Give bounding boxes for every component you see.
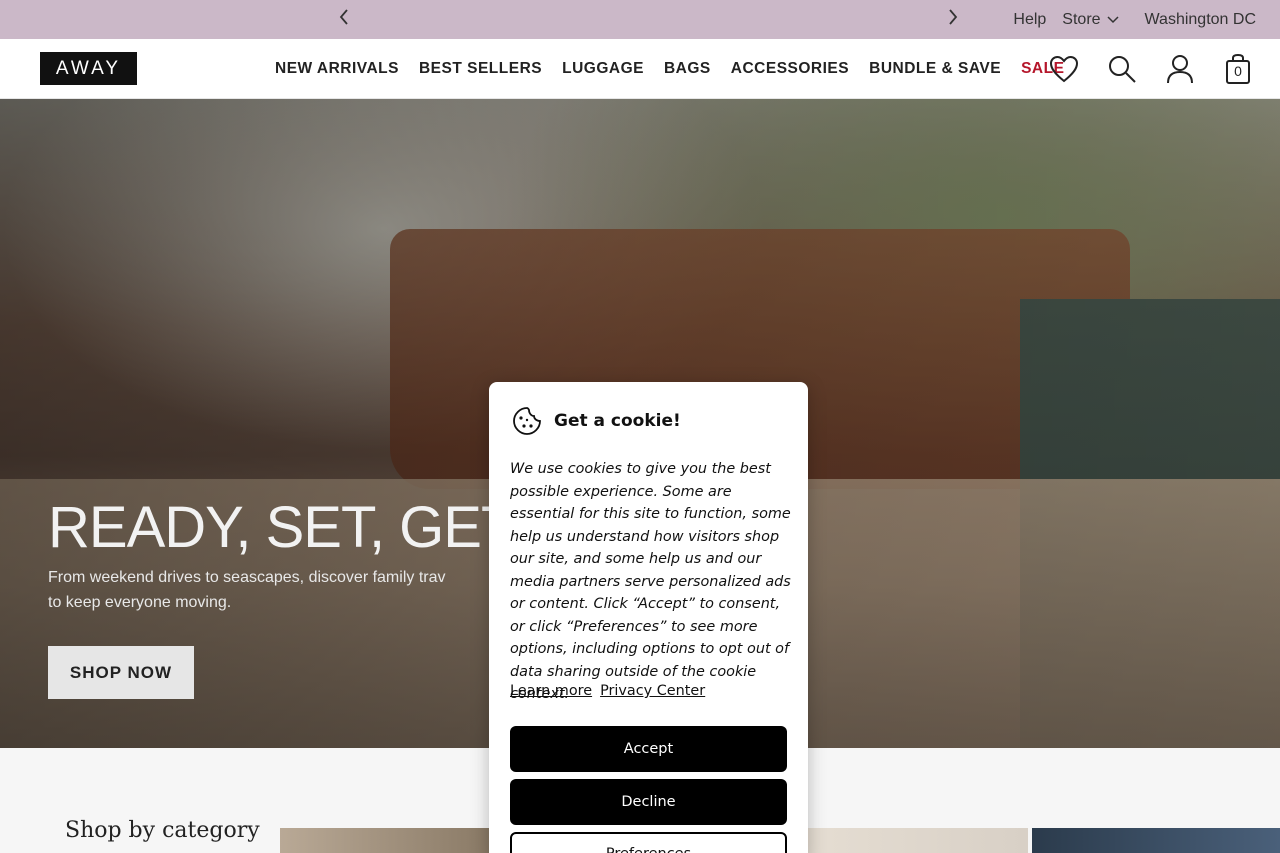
account-icon[interactable] <box>1164 53 1196 85</box>
accept-button[interactable]: Accept <box>510 726 787 772</box>
shop-now-button[interactable]: SHOP NOW <box>48 646 194 699</box>
cart-icon[interactable]: 0 <box>1222 53 1254 85</box>
nav-best-sellers[interactable]: BEST SELLERS <box>419 60 542 78</box>
help-link[interactable]: Help <box>1013 11 1046 29</box>
preferences-button[interactable]: Preferences <box>510 832 787 853</box>
location-selector[interactable]: Washington DC <box>1145 11 1256 29</box>
header-icons: 0 <box>1048 39 1254 99</box>
search-icon[interactable] <box>1106 53 1138 85</box>
hero-title: READY, SET, GET A <box>48 495 565 560</box>
nav-bags[interactable]: BAGS <box>664 60 711 78</box>
cookie-description: We use cookies to give you the best poss… <box>510 461 791 702</box>
promo-bar: Help Store Washington DC <box>0 0 1280 39</box>
nav-bundle-save[interactable]: BUNDLE & SAVE <box>869 60 1001 78</box>
site-header: AWAY NEW ARRIVALS BEST SELLERS LUGGAGE B… <box>0 39 1280 99</box>
store-dropdown[interactable]: Store <box>1062 10 1119 29</box>
utility-links: Help Store Washington DC <box>1013 0 1256 39</box>
hero-subtitle-line1: From weekend drives to seascapes, discov… <box>48 569 446 586</box>
nav-luggage[interactable]: LUGGAGE <box>562 60 644 78</box>
hero-subtitle: From weekend drives to seascapes, discov… <box>48 565 508 615</box>
cookie-consent-dialog: Get a cookie! We use cookies to give you… <box>489 382 808 853</box>
cart-count: 0 <box>1234 63 1242 79</box>
chevron-right-icon[interactable] <box>943 8 963 30</box>
nav-new-arrivals[interactable]: NEW ARRIVALS <box>275 60 399 78</box>
privacy-center-link[interactable]: Privacy Center <box>600 683 705 699</box>
cookie-header: Get a cookie! <box>512 406 681 436</box>
category-tile[interactable] <box>280 828 490 853</box>
category-tile[interactable] <box>808 828 1028 853</box>
decline-button[interactable]: Decline <box>510 779 787 825</box>
store-label: Store <box>1062 10 1101 28</box>
cookie-links: Learn more Privacy Center <box>510 683 705 699</box>
main-nav: NEW ARRIVALS BEST SELLERS LUGGAGE BAGS A… <box>275 39 1064 99</box>
chevron-down-icon <box>1107 15 1119 23</box>
category-tile[interactable] <box>1032 828 1280 853</box>
heart-icon[interactable] <box>1048 53 1080 85</box>
cookie-title: Get a cookie! <box>554 411 681 431</box>
chevron-left-icon[interactable] <box>334 8 354 30</box>
away-logo[interactable]: AWAY <box>40 52 137 85</box>
hero-subtitle-line2: to keep everyone moving. <box>48 594 232 611</box>
cookie-icon <box>513 407 541 435</box>
section-title: Shop by category <box>65 818 260 843</box>
nav-accessories[interactable]: ACCESSORIES <box>731 60 849 78</box>
learn-more-link[interactable]: Learn more <box>510 683 592 699</box>
